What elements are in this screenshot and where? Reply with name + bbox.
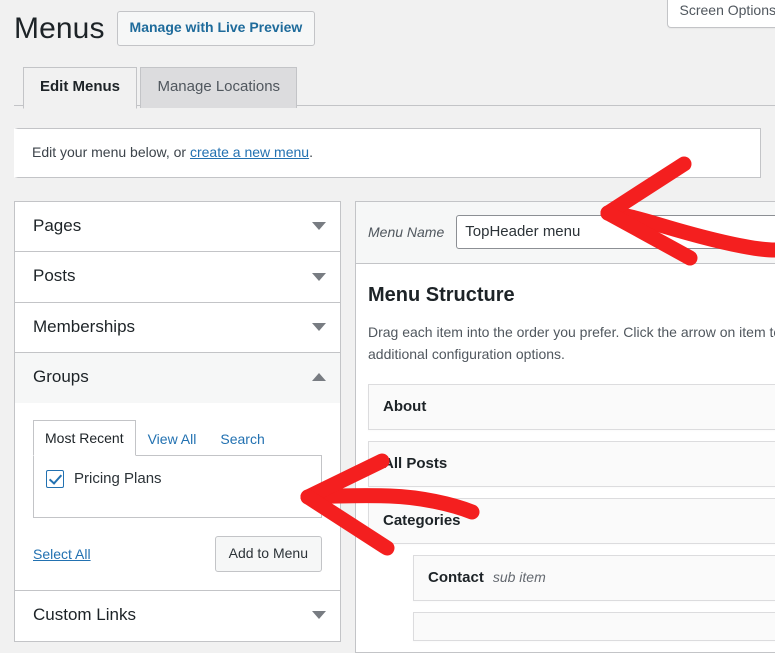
- menu-name-row: Menu Name: [356, 202, 775, 264]
- pricing-plans-checkbox[interactable]: [46, 470, 64, 488]
- screen-options-label: Screen Options: [680, 2, 775, 18]
- menu-settings-column: Menu Name Menu Structure Drag each item …: [355, 201, 775, 653]
- manage-with-live-preview-button[interactable]: Manage with Live Preview: [117, 11, 316, 46]
- screen-options-button[interactable]: Screen Options: [667, 0, 775, 28]
- menu-item-title: Contact: [428, 569, 484, 586]
- sidebar-item-custom-links[interactable]: Custom Links: [15, 591, 340, 640]
- groups-tab-most-recent[interactable]: Most Recent: [33, 420, 136, 456]
- page-header: Menus Manage with Live Preview: [0, 0, 775, 48]
- chevron-down-icon: [312, 273, 326, 281]
- menu-item-categories[interactable]: Categories C: [368, 498, 775, 544]
- sidebar-item-groups-header[interactable]: Groups: [15, 353, 340, 402]
- list-item[interactable]: Pricing Plans: [46, 470, 309, 488]
- menu-edit-area: Pages Posts Memberships Groups: [14, 201, 775, 653]
- edit-menu-notice: Edit your menu below, or create a new me…: [14, 128, 761, 178]
- groups-panel-actions: Select All Add to Menu: [33, 536, 322, 573]
- sidebar-item-pages-header[interactable]: Pages: [15, 202, 340, 251]
- add-menu-items-accordion: Pages Posts Memberships Groups: [14, 201, 341, 642]
- menu-item-contact[interactable]: Contact sub item: [413, 555, 775, 601]
- add-to-menu-button[interactable]: Add to Menu: [215, 536, 322, 573]
- menu-items-list: About All Posts Categories: [368, 384, 775, 641]
- groups-panel: Most Recent View All Search Pricing Plan…: [15, 403, 340, 591]
- sidebar-item-pages[interactable]: Pages: [15, 202, 340, 252]
- sidebar-item-posts[interactable]: Posts: [15, 252, 340, 302]
- notice-text-before: Edit your menu below, or: [32, 144, 190, 160]
- menu-item-title: All Posts: [383, 455, 447, 472]
- chevron-down-icon: [312, 222, 326, 230]
- menu-item-title: About: [383, 398, 426, 415]
- create-a-new-menu-link[interactable]: create a new menu: [190, 144, 309, 160]
- tab-manage-locations[interactable]: Manage Locations: [140, 67, 297, 108]
- menu-item-title: Categories: [383, 512, 461, 529]
- tab-edit-menus[interactable]: Edit Menus: [23, 67, 137, 109]
- menus-tab-bar: Edit Menus Manage Locations: [14, 66, 775, 106]
- menu-structure-title: Menu Structure: [368, 282, 775, 308]
- menu-structure-body: Menu Structure Drag each item into the o…: [356, 264, 775, 641]
- menu-structure-instructions: Drag each item into the order you prefer…: [368, 321, 775, 366]
- menu-name-label: Menu Name: [368, 224, 444, 240]
- sidebar-item-posts-header[interactable]: Posts: [15, 252, 340, 301]
- chevron-down-icon: [312, 323, 326, 331]
- notice-text-after: .: [309, 144, 313, 160]
- sidebar-item-label: Memberships: [33, 317, 135, 337]
- menu-name-input[interactable]: [456, 215, 775, 249]
- page-title: Menus: [14, 9, 105, 48]
- sidebar-item-label: Posts: [33, 266, 76, 286]
- menu-item-about[interactable]: About: [368, 384, 775, 430]
- chevron-down-icon: [312, 611, 326, 619]
- sidebar-item-memberships[interactable]: Memberships: [15, 303, 340, 353]
- groups-tab-panel: Pricing Plans: [33, 456, 322, 518]
- groups-tab-view-all[interactable]: View All: [136, 421, 209, 456]
- pricing-plans-label: Pricing Plans: [74, 470, 162, 487]
- groups-panel-tabs: Most Recent View All Search: [33, 419, 322, 456]
- add-menu-items-column: Pages Posts Memberships Groups: [14, 201, 341, 642]
- sidebar-item-memberships-header[interactable]: Memberships: [15, 303, 340, 352]
- menu-settings-box: Menu Name Menu Structure Drag each item …: [355, 201, 775, 653]
- menu-item-next-partial[interactable]: [413, 612, 775, 641]
- sidebar-item-label: Groups: [33, 367, 89, 387]
- menu-item-all-posts[interactable]: All Posts: [368, 441, 775, 487]
- menu-item-subitem-label: sub item: [493, 569, 546, 585]
- select-all-link[interactable]: Select All: [33, 546, 91, 562]
- chevron-up-icon: [312, 373, 326, 381]
- groups-tab-search[interactable]: Search: [208, 421, 276, 456]
- sidebar-item-groups[interactable]: Groups Most Recent View All Search Prici…: [15, 353, 340, 591]
- sidebar-item-label: Custom Links: [33, 605, 136, 625]
- sidebar-item-label: Pages: [33, 216, 81, 236]
- sidebar-item-custom-links-header[interactable]: Custom Links: [15, 591, 340, 640]
